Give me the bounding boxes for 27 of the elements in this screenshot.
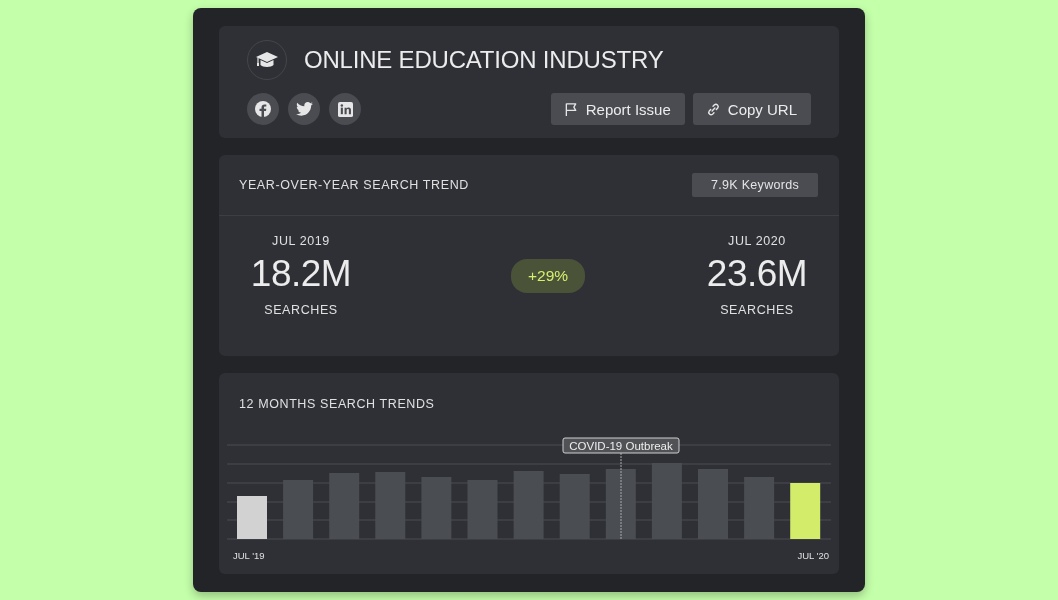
stat-period: JUL 2019 <box>272 234 330 249</box>
axis-start-label: JUL '19 <box>233 550 265 562</box>
stat-period: JUL 2020 <box>728 234 786 249</box>
keywords-count: 7.9K Keywords <box>692 173 818 198</box>
section-title: YEAR-OVER-YEAR SEARCH TREND <box>239 178 469 193</box>
facebook-share-button[interactable] <box>247 93 279 125</box>
copy-url-button[interactable]: Copy URL <box>692 93 811 125</box>
industry-title: ONLINE EDUCATION INDUSTRY <box>304 46 664 74</box>
facebook-icon <box>255 101 271 117</box>
chart-bar <box>237 496 267 540</box>
chart-title: 12 MONTHS SEARCH TRENDS <box>239 397 435 412</box>
annotation-tag: COVID-19 Outbreak <box>562 437 680 454</box>
link-icon <box>705 101 721 117</box>
axis-end-label: JUL '20 <box>797 550 829 562</box>
report-issue-button[interactable]: Report Issue <box>550 93 685 125</box>
change-percentage: +29% <box>510 258 586 293</box>
stat-unit: SEARCHES <box>264 303 338 318</box>
stat-unit: SEARCHES <box>720 303 794 318</box>
flag-icon <box>563 101 579 117</box>
search-volume: 18.2M <box>250 253 352 296</box>
twitter-icon <box>295 102 313 116</box>
twitter-share-button[interactable] <box>288 93 320 125</box>
chart-bar <box>790 483 821 540</box>
linkedin-icon <box>337 101 353 117</box>
linkedin-share-button[interactable] <box>329 93 361 125</box>
search-volume: 23.6M <box>706 253 808 296</box>
graduation-cap-icon <box>256 51 278 69</box>
